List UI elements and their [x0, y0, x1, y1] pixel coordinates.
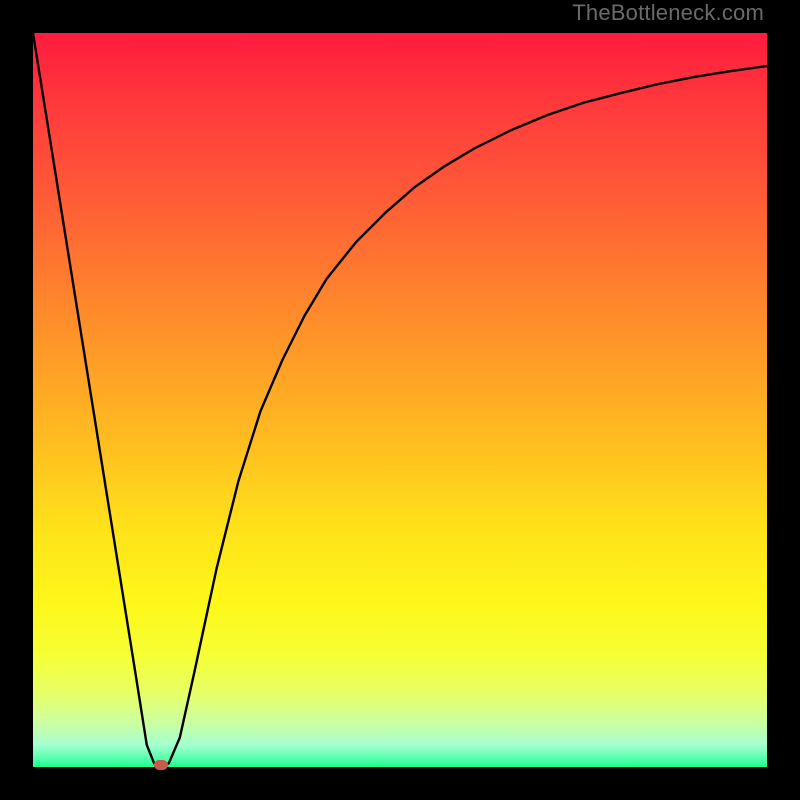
plot-area	[33, 33, 767, 767]
bottleneck-curve	[33, 33, 767, 767]
frame-border-left	[0, 0, 33, 800]
watermark-text: TheBottleneck.com	[572, 0, 764, 26]
minimum-marker	[154, 760, 168, 770]
frame-border-bottom	[0, 767, 800, 800]
frame-border-right	[767, 0, 800, 800]
curve-svg	[33, 33, 767, 767]
chart-frame: TheBottleneck.com	[0, 0, 800, 800]
